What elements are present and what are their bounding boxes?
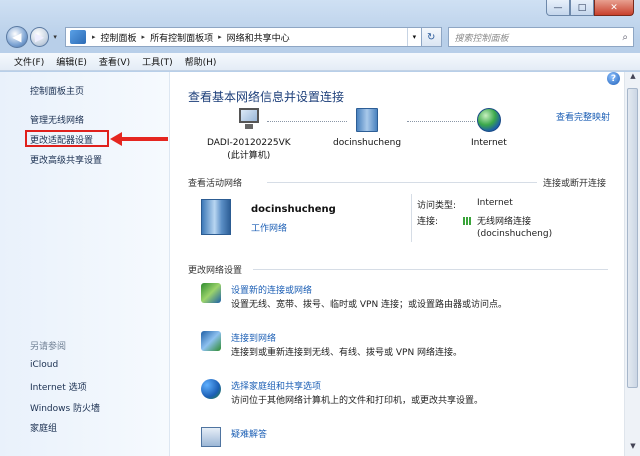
scroll-down-icon[interactable]: ▼ [625,442,640,456]
breadcrumb-all-items[interactable]: 所有控制面板项 [147,31,216,44]
network-type-link[interactable]: 工作网络 [251,221,287,234]
task-title[interactable]: 选择家庭组和共享选项 [231,379,321,392]
close-button[interactable]: ✕ [594,0,634,16]
wireless-connection-name[interactable]: 无线网络连接 [477,217,531,227]
wireless-ssid-link[interactable]: (docinshucheng) [477,229,552,239]
menu-view[interactable]: 查看(V) [93,55,136,68]
task-desc: 连接到或重新连接到无线、有线、拨号或 VPN 网络连接。 [231,348,463,358]
sidebar-item-internet-options[interactable]: Internet 选项 [30,380,87,393]
search-placeholder: 搜索控制面板 [454,33,509,44]
see-also-title: 另请参阅 [30,342,67,352]
change-settings-title: 更改网络设置 [188,266,243,276]
recent-pages-icon[interactable]: ▾ [49,33,61,41]
wireless-connection-link[interactable]: 无线网络连接 [463,214,531,227]
address-bar[interactable]: ▸ 控制面板 ▸ 所有控制面板项 ▸ 网络和共享中心 ▾ [65,27,422,47]
scroll-thumb[interactable] [627,88,638,388]
breadcrumb-network-center[interactable]: 网络和共享中心 [224,31,293,44]
task-title[interactable]: 连接到网络 [231,331,276,344]
left-pane: 控制面板主页 管理无线网络 更改适配器设置 更改高级共享设置 另请参阅 iClo… [0,72,170,456]
menu-file[interactable]: 文件(F) [8,55,50,68]
divider [253,269,608,270]
breadcrumb-separator[interactable]: ▸ [140,33,148,41]
access-type-label: 访问类型: [417,201,457,211]
search-icon[interactable]: ⌕ [622,32,628,43]
breadcrumb-control-panel[interactable]: 控制面板 [98,31,140,44]
maximize-button[interactable]: □ [570,0,594,16]
troubleshoot-icon [201,427,221,447]
menu-help[interactable]: 帮助(H) [179,55,223,68]
refresh-button[interactable]: ↻ [421,27,442,47]
minimize-button[interactable]: — [546,0,570,16]
content-area: 控制面板主页 管理无线网络 更改适配器设置 更改高级共享设置 另请参阅 iClo… [0,72,640,456]
task-desc: 访问位于其他网络计算机上的文件和打印机，或更改共享设置。 [231,396,484,406]
globe-icon [476,108,501,132]
menu-edit[interactable]: 编辑(E) [50,55,93,68]
vertical-scrollbar[interactable]: ▲ ▼ [624,72,640,456]
scroll-up-icon[interactable]: ▲ [625,72,640,86]
network-node-name: docinshucheng [333,138,402,148]
computer-sub: (此计算机) [227,151,271,161]
window-controls: — □ ✕ [546,0,634,16]
help-icon[interactable]: ? [607,72,620,85]
active-network-icon [201,199,231,235]
back-button[interactable]: ◀ [6,26,28,48]
internet-node-name: Internet [471,138,507,148]
window-frame: — □ ✕ ◀ ▶ ▾ ▸ 控制面板 ▸ 所有控制面板项 ▸ 网络和共享中心 ▾… [0,0,640,456]
address-dropdown-icon[interactable]: ▾ [406,28,421,46]
task-desc: 设置无线、宽带、拨号、临时或 VPN 连接；或设置路由器或访问点。 [231,300,508,310]
menu-tools[interactable]: 工具(T) [136,55,179,68]
navigation-bar: ◀ ▶ ▾ ▸ 控制面板 ▸ 所有控制面板项 ▸ 网络和共享中心 ▾ ↻ 搜索控… [6,24,634,50]
task-title[interactable]: 设置新的连接或网络 [231,283,312,296]
homegroup-icon [201,379,221,399]
forward-button[interactable]: ▶ [29,27,50,47]
node-network: docinshucheng [333,108,401,148]
menu-bar: 文件(F) 编辑(E) 查看(V) 工具(T) 帮助(H) [0,53,640,71]
sidebar-item-manage-wireless[interactable]: 管理无线网络 [30,113,84,126]
computer-name: DADI-20120225VK [207,138,291,148]
new-connection-icon [201,283,221,303]
connect-network-icon [201,331,221,351]
connect-disconnect-link[interactable]: 连接或断开连接 [543,176,606,189]
network-icon [356,108,379,132]
computer-icon [235,108,263,130]
divider [267,182,537,183]
search-input[interactable]: 搜索控制面板 ⌕ [447,27,634,47]
arrow-shaft [118,137,168,141]
active-network-name: docinshucheng [251,204,336,215]
breadcrumb-separator[interactable]: ▸ [90,33,98,41]
divider [411,194,412,242]
node-this-computer: DADI-20120225VK (此计算机) [207,108,291,161]
sidebar-item-homegroup[interactable]: 家庭组 [30,421,57,434]
sidebar-item-icloud[interactable]: iCloud [30,360,58,370]
connections-label: 连接: [417,217,439,227]
connection-line [407,121,475,122]
task-title[interactable]: 疑难解答 [231,427,267,440]
main-pane: ? 查看基本网络信息并设置连接 查看完整映射 DADI-20120225VK (… [171,72,640,456]
page-title: 查看基本网络信息并设置连接 [188,90,345,104]
breadcrumb-separator[interactable]: ▸ [216,33,224,41]
active-networks-title: 查看活动网络 [188,179,243,189]
control-panel-icon [70,30,87,44]
node-internet: Internet [471,108,507,148]
view-full-map-link[interactable]: 查看完整映射 [556,110,610,123]
wifi-signal-icon [463,217,473,225]
sidebar-item-advanced-sharing[interactable]: 更改高级共享设置 [30,153,102,166]
sidebar-item-cp-home[interactable]: 控制面板主页 [30,84,84,97]
sidebar-item-adapter-settings[interactable]: 更改适配器设置 [30,133,93,146]
sidebar-item-firewall[interactable]: Windows 防火墙 [30,401,100,414]
access-type-value: Internet [477,198,513,208]
